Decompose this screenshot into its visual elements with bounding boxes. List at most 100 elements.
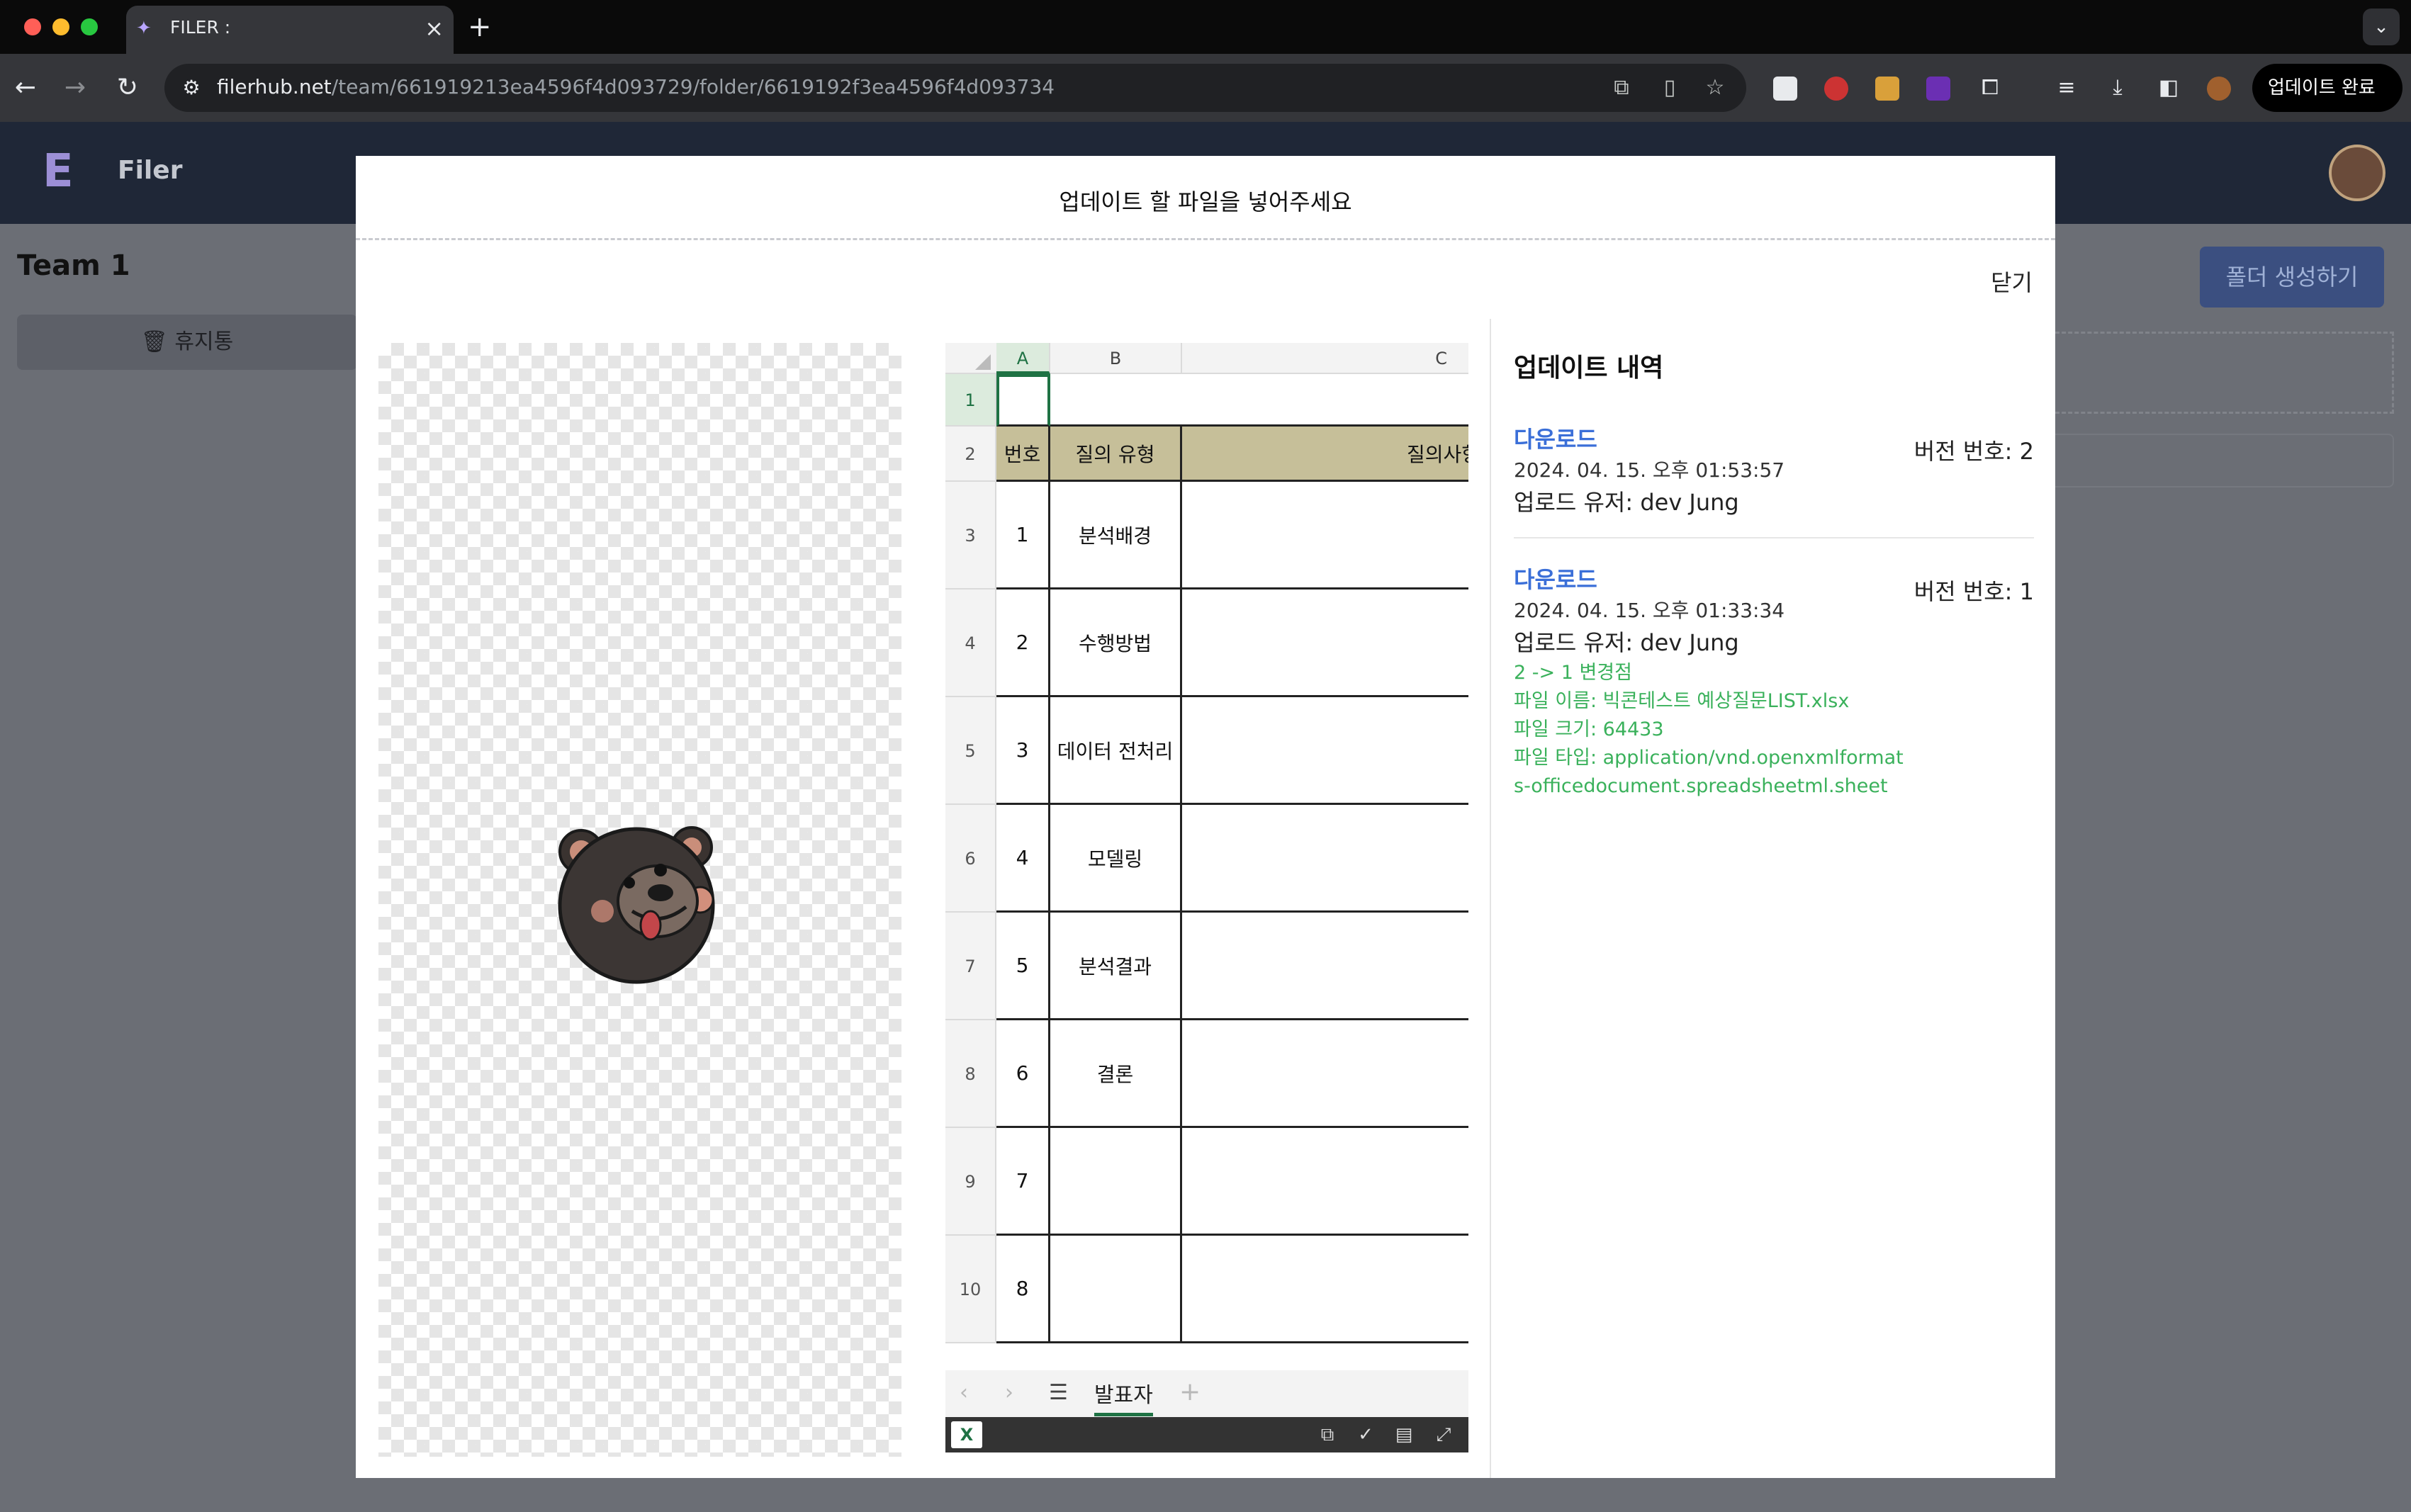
column-header-c[interactable]: C — [1182, 343, 1468, 374]
cell-question[interactable] — [1182, 589, 1468, 697]
new-tab-icon[interactable]: + — [468, 10, 492, 44]
history-title: 업데이트 내역 — [1514, 354, 1664, 383]
team-title: Team 1 — [17, 249, 130, 282]
extension-icon-2[interactable] — [1824, 77, 1848, 101]
row-header[interactable]: 4 — [945, 589, 996, 697]
extension-icon-1[interactable] — [1773, 77, 1797, 101]
cell-question-type[interactable]: 모델링 — [1050, 805, 1182, 913]
forward-icon[interactable]: → — [55, 68, 95, 108]
change-heading: 2 -> 1 변경점 — [1514, 662, 1632, 684]
cell-question[interactable] — [1182, 374, 1468, 427]
cell-question-type[interactable]: 데이터 전처리 — [1050, 697, 1182, 805]
filer-logo-icon[interactable]: E — [43, 143, 99, 200]
select-all-corner[interactable] — [945, 343, 996, 374]
row-header[interactable]: 10 — [945, 1236, 996, 1343]
row-header[interactable]: 9 — [945, 1128, 996, 1236]
row-header[interactable]: 6 — [945, 805, 996, 913]
tab-search-chevron-icon[interactable]: ⌄ — [2363, 9, 2400, 45]
cell-question[interactable] — [1182, 697, 1468, 805]
side-panel-icon[interactable]: ◧ — [2150, 69, 2187, 106]
window-minimize-button[interactable] — [52, 18, 69, 35]
sheet-tab-bar: ‹ › ☰ 발표자 + — [945, 1370, 1468, 1417]
cell-question-type[interactable]: 분석배경 — [1050, 482, 1182, 589]
cell-number[interactable]: 7 — [996, 1128, 1050, 1236]
extension-icon-4[interactable] — [1926, 77, 1950, 101]
window-close-button[interactable] — [24, 18, 41, 35]
page-icon[interactable]: ▯ — [1656, 74, 1684, 102]
row-header[interactable]: 7 — [945, 913, 996, 1020]
cell-question-type[interactable] — [1050, 1236, 1182, 1343]
image-preview[interactable] — [378, 343, 901, 1457]
cell-question[interactable] — [1182, 1236, 1468, 1343]
cell-question-type[interactable]: 질의 유형 — [1050, 427, 1182, 482]
cell-number[interactable]: 4 — [996, 805, 1050, 913]
filer-favicon-icon: ✦ — [136, 18, 152, 39]
cell-number[interactable]: 3 — [996, 697, 1050, 805]
cell-question-type[interactable] — [1050, 1128, 1182, 1236]
cell-question[interactable]: 질의사항 — [1182, 427, 1468, 482]
history-entry: 다운로드 버전 번호: 2 2024. 04. 15. 오후 01:53:57 … — [1514, 424, 2034, 537]
cell-question-type[interactable] — [1050, 374, 1182, 427]
create-folder-button[interactable]: 폴더 생성하기 — [2200, 247, 2384, 308]
browser-tab[interactable]: ✦ FILER : × — [126, 6, 454, 54]
cell-question[interactable] — [1182, 913, 1468, 1020]
history-entry: 다운로드 버전 번호: 1 2024. 04. 15. 오후 01:33:34 … — [1514, 537, 2034, 819]
cell-question[interactable] — [1182, 482, 1468, 589]
site-settings-icon[interactable]: ⚙ — [179, 75, 204, 101]
cell-number[interactable]: 2 — [996, 589, 1050, 697]
status-icon-3[interactable]: ▤ — [1392, 1423, 1416, 1447]
cell-number[interactable]: 1 — [996, 482, 1050, 589]
download-icon[interactable]: ⤓ — [2099, 69, 2136, 106]
column-header-row: A B C — [945, 343, 1468, 374]
cell-question[interactable] — [1182, 1020, 1468, 1128]
reload-icon[interactable]: ↻ — [108, 68, 147, 108]
extension-icon-3[interactable] — [1875, 77, 1899, 101]
upload-user: 업로드 유저: dev Jung — [1514, 629, 1739, 656]
window-zoom-button[interactable] — [81, 18, 98, 35]
cell-question-type[interactable]: 결론 — [1050, 1020, 1182, 1128]
spreadsheet-preview[interactable]: A B C 12번호질의 유형질의사항31분석배경42수행방법53데이터 전처리… — [945, 343, 1468, 1457]
trash-button[interactable]: 🗑 휴지통 — [17, 315, 357, 370]
translate-icon[interactable]: ⧉ — [1607, 74, 1636, 102]
column-header-a[interactable]: A — [996, 343, 1050, 374]
cell-number[interactable]: 8 — [996, 1236, 1050, 1343]
media-queue-icon[interactable]: ≡ — [2048, 69, 2085, 106]
cell-number[interactable]: 5 — [996, 913, 1050, 1020]
sheet-list-icon[interactable]: ☰ — [1049, 1380, 1068, 1405]
dropzone-outline — [2055, 332, 2394, 414]
profile-avatar-icon[interactable] — [2207, 77, 2231, 101]
fullscreen-icon[interactable]: ⤢ — [1432, 1423, 1456, 1447]
cell-question[interactable] — [1182, 805, 1468, 913]
cell-number[interactable] — [996, 374, 1050, 427]
bookmark-star-icon[interactable]: ☆ — [1701, 74, 1729, 102]
extensions-puzzle-icon[interactable]: ⧠ — [1972, 69, 2008, 106]
row-header[interactable]: 1 — [945, 374, 996, 427]
sheet-status-bar: X ⧉ ✓ ▤ ⤢ — [945, 1417, 1468, 1452]
close-button[interactable]: 닫기 — [1991, 265, 2033, 298]
browser-tabbar: ✦ FILER : × + ⌄ — [0, 0, 2411, 54]
column-header-b[interactable]: B — [1050, 343, 1182, 374]
row-header[interactable]: 8 — [945, 1020, 996, 1128]
update-complete-button[interactable]: 업데이트 완료 ⋮ — [2252, 64, 2402, 147]
tab-close-icon[interactable]: × — [425, 14, 444, 43]
cell-number[interactable]: 번호 — [996, 427, 1050, 482]
row-header[interactable]: 2 — [945, 427, 996, 482]
sheet-next-icon[interactable]: › — [1005, 1380, 1013, 1405]
sheet-prev-icon[interactable]: ‹ — [960, 1380, 968, 1405]
cell-number[interactable]: 6 — [996, 1020, 1050, 1128]
address-bar[interactable]: ⚙ filerhub.net/team/661919213ea4596f4d09… — [164, 64, 1746, 112]
cell-question[interactable] — [1182, 1128, 1468, 1236]
row-header[interactable]: 3 — [945, 482, 996, 589]
upload-user: 업로드 유저: dev Jung — [1514, 489, 1739, 516]
update-file-modal: 업데이트 할 파일을 넣어주세요 닫기 A B C 1 2 번호 질의 유형 질… — [356, 156, 2055, 1478]
sheet-tab-active[interactable]: 발표자 — [1094, 1377, 1153, 1416]
modal-divider — [356, 238, 2055, 240]
add-sheet-icon[interactable]: + — [1179, 1377, 1201, 1406]
status-icon-2[interactable]: ✓ — [1354, 1423, 1378, 1447]
cell-question-type[interactable]: 수행방법 — [1050, 589, 1182, 697]
status-icon-1[interactable]: ⧉ — [1315, 1423, 1339, 1447]
row-header[interactable]: 5 — [945, 697, 996, 805]
cell-question-type[interactable]: 분석결과 — [1050, 913, 1182, 1020]
user-avatar[interactable] — [2329, 145, 2385, 201]
back-icon[interactable]: ← — [6, 68, 45, 108]
